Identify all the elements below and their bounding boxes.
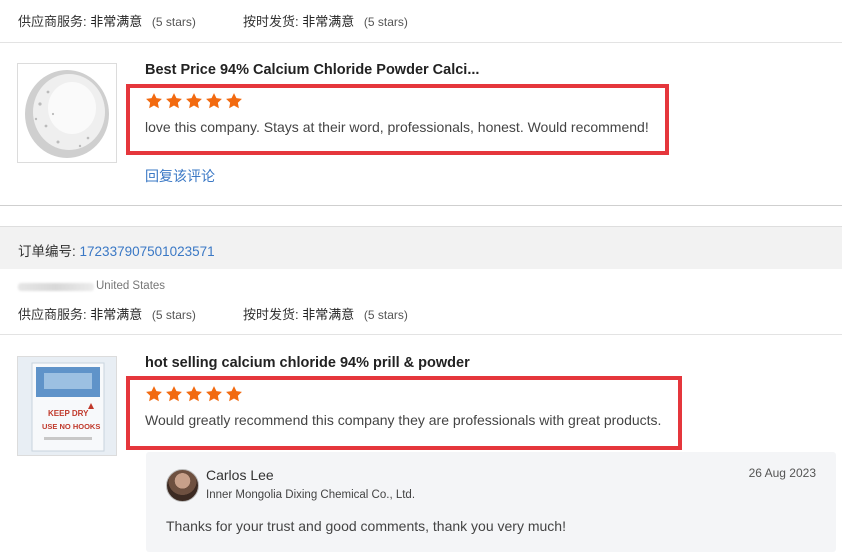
supplier-service-stars: (5 stars) (151, 308, 196, 322)
supplier-service-label: 供应商服务: (18, 307, 87, 322)
divider (0, 334, 842, 335)
reply-date: 26 Aug 2023 (748, 466, 816, 480)
divider (0, 42, 842, 43)
supplier-service-stars: (5 stars) (151, 15, 196, 29)
shipping-stars: (5 stars) (363, 15, 408, 29)
replier-company: Inner Mongolia Dixing Chemical Co., Ltd. (206, 489, 416, 501)
product-title-link[interactable]: Best Price 94% Calcium Chloride Powder C… (145, 62, 479, 78)
shipping-label: 按时发货: (243, 14, 299, 29)
avatar (166, 469, 199, 502)
review1-shipping: 按时发货: 非常满意 (5 stars) (243, 11, 408, 30)
order-header: 订单编号: 172337907501023571 (0, 226, 842, 269)
supplier-service-value: 非常满意 (90, 307, 143, 322)
shipping-value: 非常满意 (302, 14, 355, 29)
product-title-link[interactable]: hot selling calcium chloride 94% prill &… (145, 355, 470, 371)
reply-to-review-link[interactable]: 回复该评论 (145, 166, 215, 186)
shipping-value: 非常满意 (302, 307, 355, 322)
reply-text: Thanks for your trust and good comments,… (166, 518, 566, 534)
bag-label-keep-dry: KEEP DRY (48, 409, 89, 418)
shipping-stars: (5 stars) (363, 308, 408, 322)
shipping-label: 按时发货: (243, 307, 299, 322)
highlight-box (126, 376, 682, 450)
supplier-service-label: 供应商服务: (18, 14, 87, 29)
review1-ratings: 供应商服务: 非常满意 (5 stars) (18, 11, 196, 30)
bag-label-use-no-hooks: USE NO HOOKS (42, 422, 100, 431)
product-image-calcium-chloride-bag[interactable]: KEEP DRY USE NO HOOKS (17, 356, 117, 456)
buyer-country: United States (96, 280, 166, 292)
product-image-calcium-chloride-powder[interactable] (17, 63, 117, 163)
blurred-buyer-name (18, 283, 94, 291)
review2-ratings: 供应商服务: 非常满意 (5 stars) (18, 304, 196, 323)
review2-shipping: 按时发货: 非常满意 (5 stars) (243, 304, 408, 323)
divider (0, 205, 842, 206)
replier-name: Carlos Lee (206, 467, 274, 483)
supplier-reply-card: Carlos Lee Inner Mongolia Dixing Chemica… (146, 452, 836, 552)
supplier-service-value: 非常满意 (90, 14, 143, 29)
order-number-link[interactable]: 172337907501023571 (80, 244, 215, 259)
order-number-label: 订单编号: (18, 244, 76, 259)
highlight-box (126, 84, 669, 155)
